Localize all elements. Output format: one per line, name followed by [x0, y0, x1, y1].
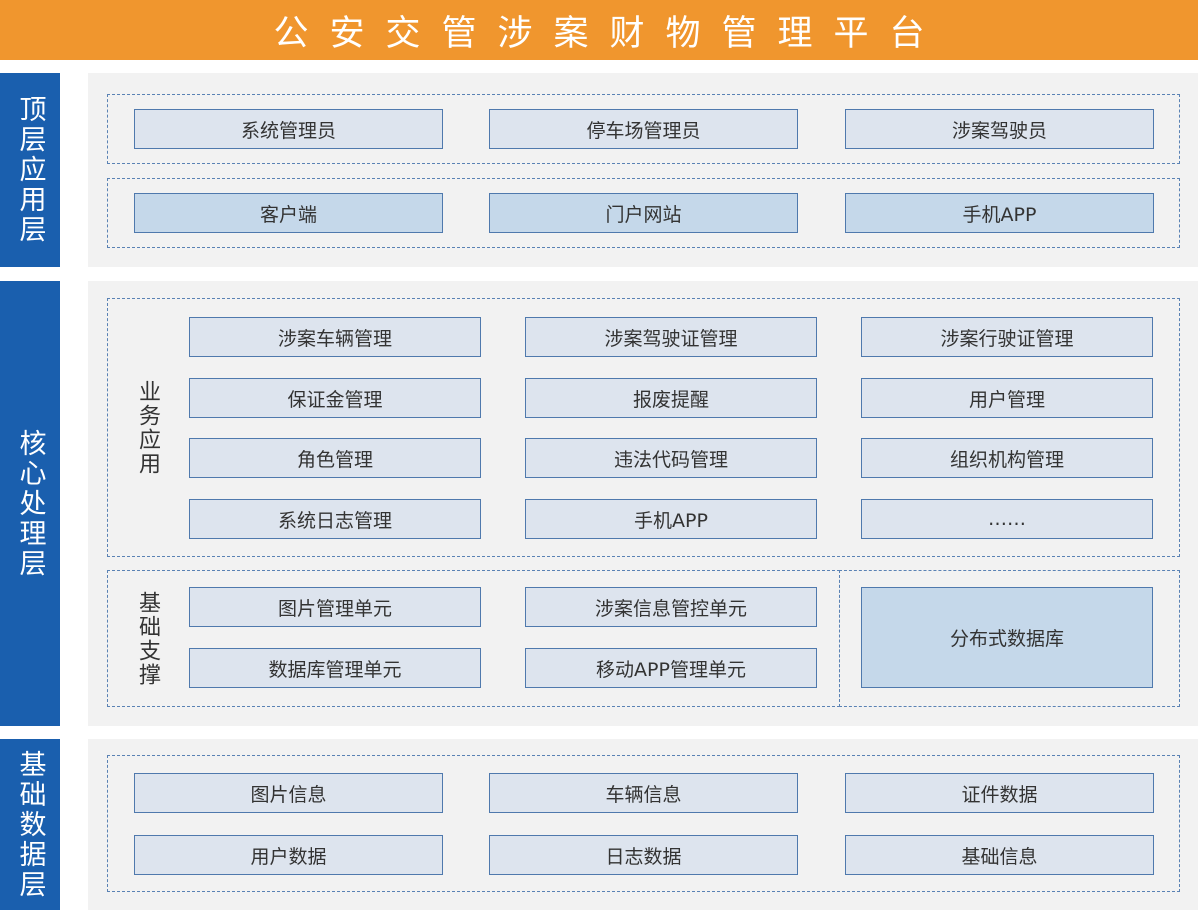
module-system-admin: 系统管理员 — [134, 109, 443, 149]
module-more: …… — [861, 499, 1153, 539]
module-image-info: 图片信息 — [134, 773, 443, 813]
module-mobile-app-unit: 移动APP管理单元 — [525, 648, 817, 688]
module-certificate-data: 证件数据 — [845, 773, 1154, 813]
module-log-mgmt: 系统日志管理 — [189, 499, 481, 539]
module-distributed-db: 分布式数据库 — [861, 587, 1153, 688]
module-log-data: 日志数据 — [489, 835, 798, 875]
business-group-label: 业务应用 — [135, 379, 160, 476]
module-deposit-mgmt: 保证金管理 — [189, 378, 481, 418]
page-title: 公安交管涉案财物管理平台 — [0, 0, 1198, 60]
layer-label-core-text: 核心处理层 — [14, 428, 46, 579]
module-user-data: 用户数据 — [134, 835, 443, 875]
module-parking-admin: 停车场管理员 — [489, 109, 798, 149]
module-mobile-app: 手机APP — [845, 193, 1154, 233]
module-vehicle-mgmt: 涉案车辆管理 — [189, 317, 481, 357]
module-org-mgmt: 组织机构管理 — [861, 438, 1153, 478]
module-vehicle-info: 车辆信息 — [489, 773, 798, 813]
module-image-unit: 图片管理单元 — [189, 587, 481, 627]
module-user-mgmt: 用户管理 — [861, 378, 1153, 418]
module-violation-code-mgmt: 违法代码管理 — [525, 438, 817, 478]
module-case-info-unit: 涉案信息管控单元 — [525, 587, 817, 627]
module-db-unit: 数据库管理单元 — [189, 648, 481, 688]
module-mobile-app-core: 手机APP — [525, 499, 817, 539]
module-client: 客户端 — [134, 193, 443, 233]
layer-label-top-text: 顶层应用层 — [14, 95, 46, 245]
module-license-mgmt: 涉案驾驶证管理 — [525, 317, 817, 357]
layer-panel-top: 系统管理员 停车场管理员 涉案驾驶员 客户端 门户网站 手机APP — [88, 73, 1198, 267]
layer-panel-data: 图片信息 车辆信息 证件数据 用户数据 日志数据 基础信息 — [88, 739, 1198, 910]
module-base-info: 基础信息 — [845, 835, 1154, 875]
layer-label-data-text: 基础数据层 — [14, 749, 46, 900]
layer-label-data: 基础数据层 — [0, 739, 60, 910]
module-role-mgmt: 角色管理 — [189, 438, 481, 478]
module-driver: 涉案驾驶员 — [845, 109, 1154, 149]
module-registration-mgmt: 涉案行驶证管理 — [861, 317, 1153, 357]
layer-panel-core: 业务应用 涉案车辆管理 涉案驾驶证管理 涉案行驶证管理 保证金管理 报废提醒 用… — [88, 281, 1198, 726]
layer-label-top: 顶层应用层 — [0, 73, 60, 267]
support-group-label: 基础支撑 — [135, 590, 160, 687]
module-scrap-reminder: 报废提醒 — [525, 378, 817, 418]
layer-label-core: 核心处理层 — [0, 281, 60, 726]
module-portal: 门户网站 — [489, 193, 798, 233]
